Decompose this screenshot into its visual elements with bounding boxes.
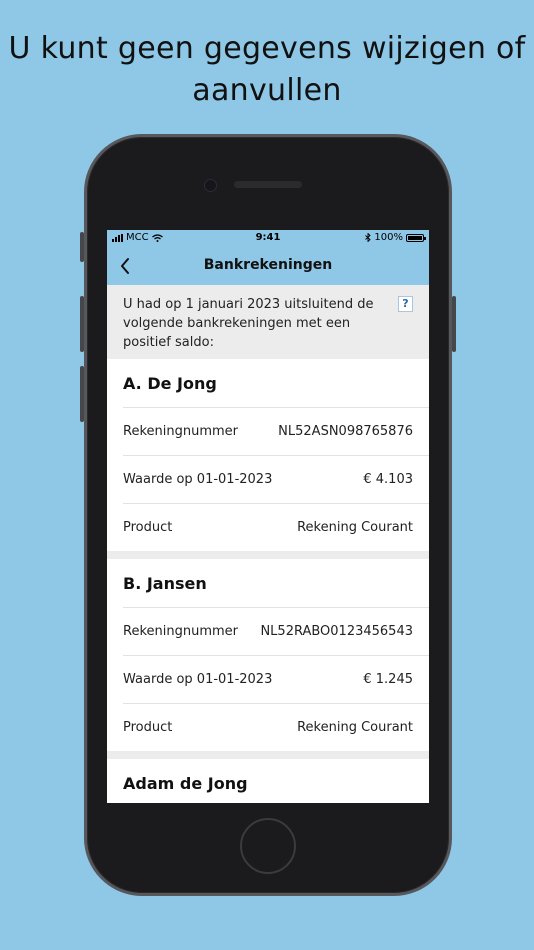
account-row: Product Rekening Courant [123, 703, 429, 751]
status-bar: MCC 9:41 100% [107, 230, 429, 247]
camera-icon [204, 179, 217, 192]
row-value: NL52ASN098765876 [278, 424, 413, 439]
row-value: NL52RABO0123456543 [260, 624, 413, 639]
row-label: Product [123, 720, 173, 735]
account-card: A. De Jong Rekeningnummer NL52ASN0987658… [107, 359, 429, 551]
account-holder-name: A. De Jong [123, 373, 217, 393]
account-row: Waarde op 01-01-2023 € 1.245 [123, 655, 429, 703]
intro-text: U had op 1 januari 2023 uitsluitend de v… [123, 297, 374, 350]
row-value: Rekening Courant [297, 720, 413, 735]
bluetooth-icon [365, 233, 372, 242]
navigation-bar: Bankrekeningen [107, 247, 429, 285]
row-value: € 1.245 [363, 672, 413, 687]
account-holder-name: Adam de Jong [123, 773, 248, 793]
headline: U kunt geen gegevens wijzigen of aanvull… [0, 28, 534, 112]
intro-section: U had op 1 januari 2023 uitsluitend de v… [107, 285, 429, 359]
battery-icon [406, 233, 426, 242]
account-row: Waarde op 01-01-2023 € 4.103 [123, 455, 429, 503]
account-row: Product Rekening Courant [123, 503, 429, 551]
row-label: Rekeningnummer [123, 624, 239, 639]
row-label: Waarde op 01-01-2023 [123, 672, 273, 687]
row-label: Waarde op 01-01-2023 [123, 472, 273, 487]
speaker-grille [234, 181, 302, 188]
help-button[interactable]: ? [398, 296, 413, 312]
account-row: Rekeningnummer NL52RABO0123456543 [123, 607, 429, 655]
row-label: Product [123, 520, 173, 535]
headline-line-2: aanvullen [192, 73, 342, 108]
phone-power-button [452, 296, 456, 352]
row-value: Rekening Courant [297, 520, 413, 535]
account-card: Adam de Jong [107, 759, 429, 803]
phone-screen: MCC 9:41 100% Bankrekeningen U had op 1 … [107, 230, 429, 803]
page-title: Bankrekeningen [203, 257, 333, 273]
account-card: B. Jansen Rekeningnummer NL52RABO0123456… [107, 559, 429, 751]
headline-line-1: U kunt geen gegevens wijzigen of [8, 31, 526, 66]
row-value: € 4.103 [363, 472, 413, 487]
home-button[interactable] [240, 818, 296, 874]
row-label: Rekeningnummer [123, 424, 239, 439]
status-right: 100% [365, 232, 426, 243]
account-holder-name: B. Jansen [123, 573, 207, 593]
account-row: Rekeningnummer NL52ASN098765876 [123, 407, 429, 455]
battery-percentage: 100% [374, 232, 403, 243]
